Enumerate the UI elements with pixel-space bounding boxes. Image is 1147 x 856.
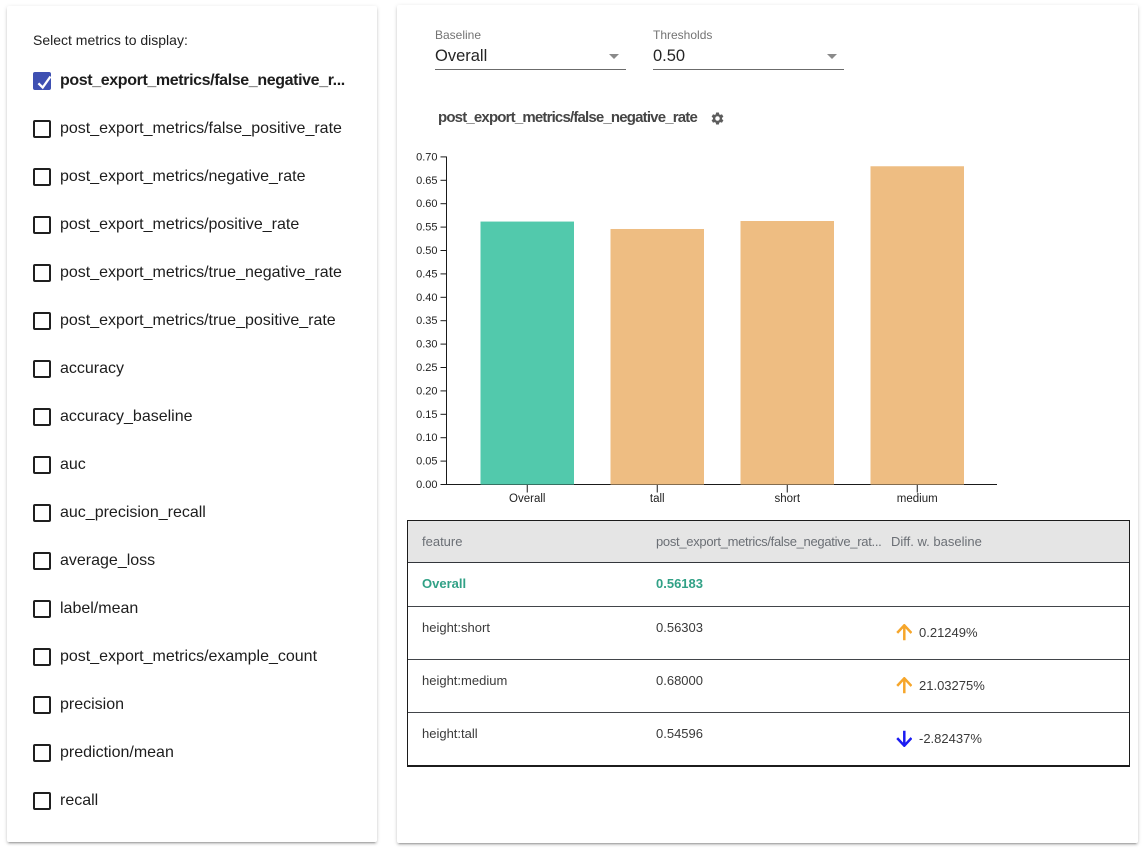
svg-text:0.35: 0.35	[416, 315, 437, 327]
svg-text:tall: tall	[650, 493, 665, 505]
svg-text:short: short	[774, 493, 800, 505]
svg-text:0.00: 0.00	[416, 479, 437, 491]
svg-text:medium: medium	[897, 493, 938, 505]
svg-text:0.50: 0.50	[416, 245, 437, 257]
svg-text:0.10: 0.10	[416, 432, 437, 444]
svg-text:0.65: 0.65	[416, 175, 437, 187]
svg-text:0.15: 0.15	[416, 409, 437, 421]
svg-text:0.45: 0.45	[416, 268, 437, 280]
svg-text:0.70: 0.70	[416, 151, 437, 163]
svg-text:0.55: 0.55	[416, 222, 437, 234]
svg-text:0.25: 0.25	[416, 362, 437, 374]
svg-text:0.60: 0.60	[416, 198, 437, 210]
svg-text:0.30: 0.30	[416, 339, 437, 351]
svg-text:Overall: Overall	[509, 493, 545, 505]
svg-text:0.05: 0.05	[416, 456, 437, 468]
svg-text:0.20: 0.20	[416, 385, 437, 397]
svg-text:0.40: 0.40	[416, 292, 437, 304]
